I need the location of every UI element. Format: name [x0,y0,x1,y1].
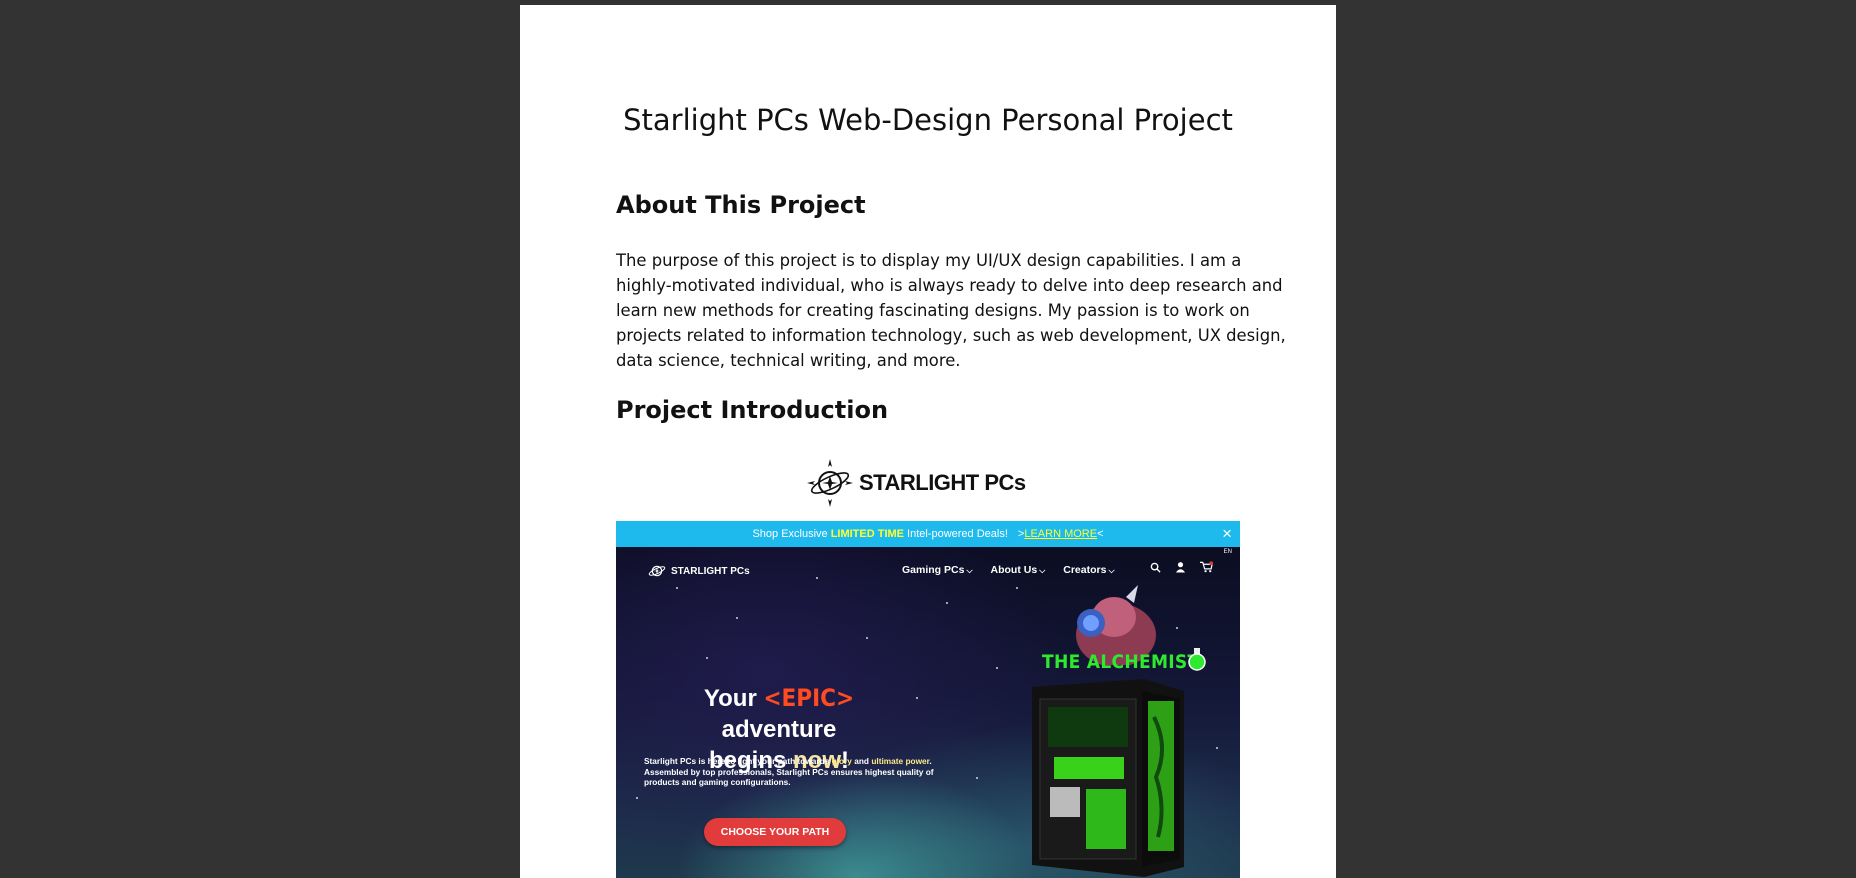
about-line: The purpose of this project is to displa… [616,251,1242,270]
starlight-star-icon [807,459,853,507]
subtext: products and gaming configurations. [644,777,791,787]
headline-epic: <EPIC> [763,684,855,712]
hero-subtext: Starlight PCs is here to light your path… [644,756,964,788]
nav-item-label: Creators [1063,564,1107,576]
nav-icons [1150,561,1213,573]
nav-item-about-us[interactable]: About Us ⌵ [991,564,1046,576]
logo-wordmark: STARLIGHT PCs [859,470,1026,495]
promo-banner: Shop Exclusive LIMITED TIME Intel-powere… [616,521,1240,547]
about-line: highly-motivated individual, who is alwa… [616,276,1283,295]
nav-logo[interactable]: STARLIGHT PCs [646,560,750,582]
product-title: THE ALCHEMIST [1042,651,1200,673]
about-line: projects related to information technolo… [616,326,1286,345]
nav-item-label: Gaming PCs [902,564,965,576]
about-paragraph: The purpose of this project is to displa… [616,248,1286,373]
subtext: Assembled by top professionals, Starligh… [644,766,934,777]
choose-your-path-button[interactable]: CHOOSE YOUR PATH [704,818,846,846]
pc-case-image [1024,677,1194,878]
chevron-down-icon: ⌵ [1108,566,1115,575]
hero-section: STARLIGHT PCs Gaming PCs ⌵ About Us ⌵ Crea… [616,547,1240,878]
headline-text: Your [703,685,757,712]
banner-highlight: LIMITED TIME [830,528,905,540]
about-heading: About This Project [616,191,866,219]
subtext-power: ultimate power [871,756,930,766]
subtext: . [929,756,932,766]
website-mockup-image: Shop Exclusive LIMITED TIME Intel-powere… [616,521,1240,878]
banner-suffix: Intel-powered Deals! [907,528,1008,540]
language-selector[interactable]: EN [1224,549,1232,555]
cart-icon[interactable] [1200,561,1213,573]
main-nav: Gaming PCs ⌵ About Us ⌵ Creators ⌵ [902,564,1115,576]
banner-learn-more-link[interactable]: LEARN MORE [1024,528,1097,540]
chevron-down-icon: ⌵ [966,566,973,575]
starlight-star-icon [648,565,666,577]
chevron-down-icon: ⌵ [1039,566,1046,575]
user-icon[interactable] [1175,561,1186,573]
banner-prefix: Shop Exclusive [752,528,828,540]
subtext-glory: glory [831,756,852,766]
subtext: Starlight PCs is here to light your path… [644,756,830,766]
search-icon[interactable] [1150,562,1161,573]
nav-item-label: About Us [990,564,1038,576]
starlight-logo: STARLIGHT PCs [805,457,1026,509]
document-title: Starlight PCs Web-Design Personal Projec… [623,103,1233,137]
nav-logo-text: STARLIGHT PCs [671,565,750,577]
document-page: Starlight PCs Web-Design Personal Projec… [520,5,1336,878]
intro-heading: Project Introduction [616,396,889,424]
headline-text: adventure [721,716,837,743]
potion-icon [1188,648,1206,671]
banner-link-close: < [1097,528,1104,540]
about-line: learn new methods for creating fascinati… [616,301,1250,320]
subtext: and [854,756,870,766]
about-line: data science, technical writing, and mor… [616,351,961,370]
close-icon[interactable]: × [1222,525,1232,543]
nav-item-gaming-pcs[interactable]: Gaming PCs ⌵ [902,564,973,576]
nav-item-creators[interactable]: Creators ⌵ [1063,564,1114,576]
